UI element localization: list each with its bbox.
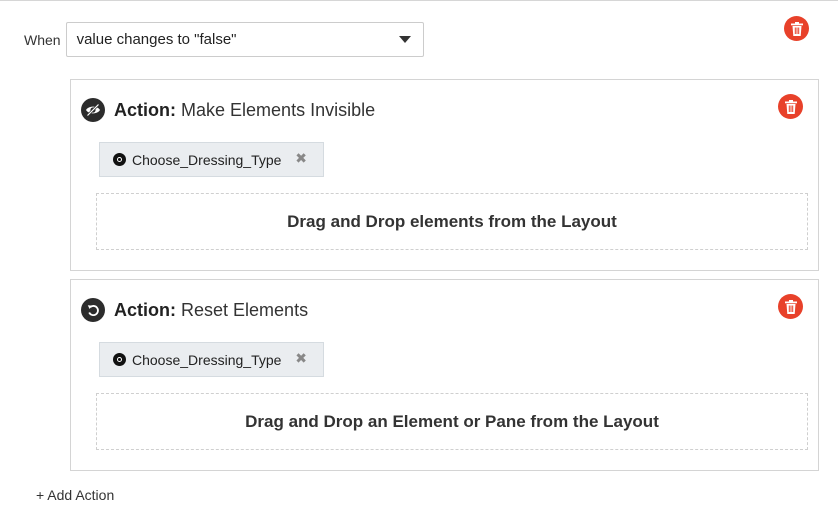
remove-chip-icon[interactable]: ✖ — [295, 351, 307, 367]
dropzone-text: Drag and Drop an Element or Pane from th… — [245, 411, 659, 431]
action-name: Reset Elements — [181, 299, 309, 320]
element-chip[interactable]: Choose_Dressing_Type ✖ — [99, 342, 324, 377]
action-header: Action: Make Elements Invisible — [81, 98, 375, 122]
dropzone-text: Drag and Drop elements from the Layout — [287, 211, 617, 231]
action-name: Make Elements Invisible — [181, 99, 376, 120]
element-dropzone[interactable]: Drag and Drop an Element or Pane from th… — [96, 393, 808, 450]
action-prefix: Action: — [114, 99, 176, 120]
radio-icon — [113, 153, 126, 166]
add-action-link[interactable]: + Add Action — [36, 487, 114, 503]
delete-action-button[interactable] — [778, 294, 803, 319]
element-chip[interactable]: Choose_Dressing_Type ✖ — [99, 142, 324, 177]
remove-chip-icon[interactable]: ✖ — [295, 151, 307, 167]
trigger-condition-select[interactable]: value changes to "false" — [65, 22, 424, 57]
element-chip-label: Choose_Dressing_Type — [132, 351, 282, 368]
eye-slash-icon — [81, 98, 105, 122]
element-chip-label: Choose_Dressing_Type — [132, 151, 282, 168]
undo-icon — [81, 298, 105, 322]
delete-trigger-button[interactable] — [784, 16, 809, 41]
action-header: Action: Reset Elements — [81, 298, 308, 322]
trigger-condition-value: value changes to "false" — [76, 31, 237, 48]
action-prefix: Action: — [114, 299, 176, 320]
element-dropzone[interactable]: Drag and Drop elements from the Layout — [96, 193, 808, 250]
chevron-down-icon — [398, 36, 411, 43]
radio-icon — [113, 353, 126, 366]
action-title: Action: Reset Elements — [114, 300, 308, 321]
trigger-row: When value changes to "false" — [24, 22, 424, 57]
trash-icon — [790, 21, 803, 36]
rule-editor: When value changes to "false" Action: Ma… — [0, 0, 838, 525]
action-title: Action: Make Elements Invisible — [114, 100, 375, 121]
action-card-reset-elements: Action: Reset Elements Choose_Dressing_T… — [70, 279, 819, 471]
trash-icon — [784, 99, 797, 114]
when-label: When — [24, 31, 61, 48]
action-card-make-invisible: Action: Make Elements Invisible Choose_D… — [70, 79, 819, 271]
trash-icon — [784, 299, 797, 314]
delete-action-button[interactable] — [778, 94, 803, 119]
